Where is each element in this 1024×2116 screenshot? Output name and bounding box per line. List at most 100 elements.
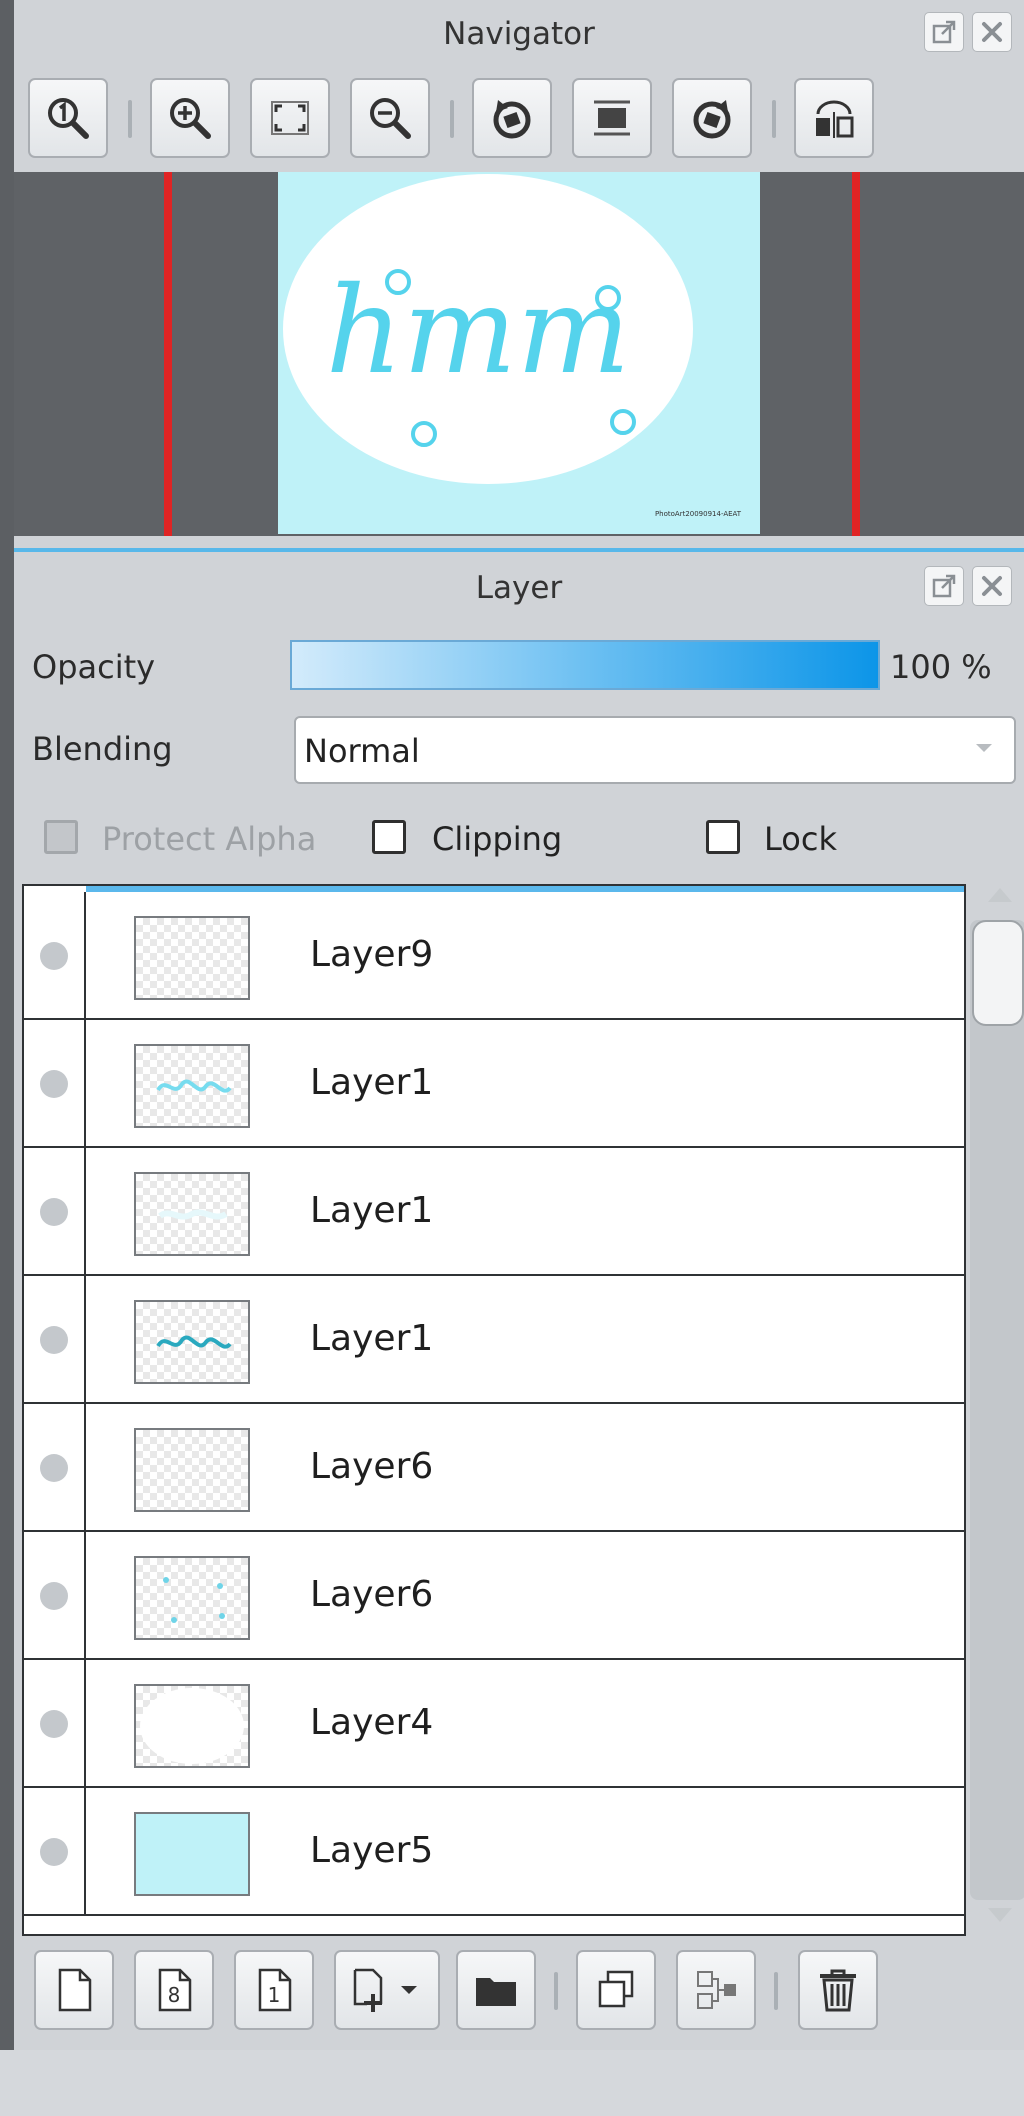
scrollbar-thumb[interactable] (972, 920, 1024, 1026)
scroll-up-arrow[interactable] (988, 888, 1012, 902)
rotate-left-icon (493, 100, 531, 139)
opacity-value: 100 % (890, 648, 992, 686)
visibility-toggle[interactable] (40, 1710, 68, 1738)
scroll-down-arrow[interactable] (988, 1908, 1012, 1922)
layer-row[interactable]: Layer1 (24, 1020, 964, 1148)
layer-name: Layer1 (310, 1062, 434, 1103)
layer-name: Layer5 (310, 1830, 434, 1871)
rotate-left-button[interactable] (472, 78, 552, 158)
toolbar-separator (450, 100, 454, 138)
zoom-actual-size-button[interactable] (28, 78, 108, 158)
navigator-title: Navigator (443, 16, 595, 52)
blending-label: Blending (32, 730, 173, 768)
layer-name: Layer1 (310, 1190, 434, 1231)
layer-row[interactable]: Layer4 (24, 1660, 964, 1788)
fit-to-window-button[interactable] (250, 78, 330, 158)
layer-thumbnail (134, 1172, 250, 1256)
layer-thumbnail (134, 1684, 250, 1768)
view-guide-right (852, 172, 860, 536)
reset-view-icon (594, 100, 630, 136)
layer-name: Layer1 (310, 1318, 434, 1359)
navigator-toolbar (14, 70, 1024, 170)
layer-title-bar: Layer (14, 556, 1024, 620)
scrollbar-track[interactable] (970, 920, 1024, 1900)
close-icon (982, 576, 1002, 596)
layer-thumbnail (134, 1044, 250, 1128)
layer-row[interactable]: Layer1 (24, 1276, 964, 1404)
toolbar-separator (128, 100, 132, 138)
duplicate-layer-button[interactable] (576, 1950, 656, 2030)
layer-close-button[interactable] (972, 566, 1012, 606)
fit-to-window-icon (271, 101, 309, 135)
layer-panel-title: Layer (475, 570, 563, 606)
app-panels: Navigator hmm PhotoArt20090914-AEAT Laye… (14, 0, 1024, 2050)
zoom-in-icon (170, 98, 211, 139)
add-layer-dropdown-button[interactable] (334, 1950, 440, 2030)
reset-view-button[interactable] (572, 78, 652, 158)
undock-icon (932, 20, 956, 44)
layer-thumbnail (134, 1428, 250, 1512)
new-folder-icon (476, 1978, 516, 2006)
visibility-toggle[interactable] (40, 1198, 68, 1226)
view-guide-left (164, 172, 172, 536)
artwork-text: hmm (326, 262, 631, 401)
new-folder-button[interactable] (456, 1950, 536, 2030)
rotate-right-button[interactable] (672, 78, 752, 158)
rotate-right-icon (693, 100, 731, 139)
clipping-checkbox[interactable] (372, 820, 406, 854)
blending-value: Normal (304, 732, 420, 770)
new-layer-icon (58, 1968, 92, 2012)
flip-horizontal-button[interactable] (794, 78, 874, 158)
toolbar-separator (774, 1972, 778, 2010)
visibility-toggle[interactable] (40, 1070, 68, 1098)
chevron-down-icon (976, 744, 992, 752)
layer-undock-button[interactable] (924, 566, 964, 606)
toolbar-separator (772, 100, 776, 138)
zoom-in-button[interactable] (150, 78, 230, 158)
new-1bit-layer-button[interactable]: 1 (234, 1950, 314, 2030)
panel-splitter[interactable] (14, 548, 1024, 552)
visibility-toggle[interactable] (40, 1582, 68, 1610)
close-icon (982, 22, 1002, 42)
layer-row[interactable]: Layer1 (24, 1148, 964, 1276)
delete-layer-button[interactable] (798, 1950, 878, 2030)
visibility-toggle[interactable] (40, 1326, 68, 1354)
left-edge-strip (0, 0, 14, 2050)
opacity-slider[interactable] (290, 640, 880, 690)
lock-checkbox[interactable] (706, 820, 740, 854)
layer-name: Layer9 (310, 934, 434, 975)
artwork-preview: hmm PhotoArt20090914-AEAT (283, 174, 742, 518)
undock-icon (932, 574, 956, 598)
canvas-thumbnail: hmm PhotoArt20090914-AEAT (278, 172, 760, 534)
visibility-toggle[interactable] (40, 942, 68, 970)
layer-list[interactable]: Layer9 Layer1 Layer1 Layer1 Layer6 Layer… (22, 884, 966, 1936)
navigator-close-button[interactable] (972, 12, 1012, 52)
layer-row[interactable]: Layer9 (24, 892, 964, 1020)
new-8bit-layer-icon: 8 (158, 1968, 192, 2012)
layer-thumbnail (134, 1812, 250, 1896)
duplicate-layer-icon (598, 1970, 634, 2008)
new-layer-button[interactable] (34, 1950, 114, 2030)
clipping-label: Clipping (432, 820, 563, 858)
navigator-preview[interactable]: hmm PhotoArt20090914-AEAT (14, 172, 1024, 536)
layer-name: Layer4 (310, 1702, 434, 1743)
zoom-out-icon (370, 98, 411, 139)
navigator-undock-button[interactable] (924, 12, 964, 52)
zoom-actual-size-icon (48, 98, 89, 139)
new-8bit-layer-button[interactable]: 8 (134, 1950, 214, 2030)
visibility-toggle[interactable] (40, 1454, 68, 1482)
zoom-out-button[interactable] (350, 78, 430, 158)
layer-row[interactable]: Layer6 (24, 1404, 964, 1532)
protect-alpha-label: Protect Alpha (102, 820, 317, 858)
navigator-title-bar: Navigator (14, 0, 1024, 70)
visibility-toggle[interactable] (40, 1838, 68, 1866)
protect-alpha-checkbox[interactable] (44, 820, 78, 854)
blending-select[interactable]: Normal (294, 716, 1016, 784)
layer-row[interactable]: Layer5 (24, 1788, 964, 1916)
new-1bit-layer-icon: 1 (258, 1968, 292, 2012)
svg-text:1: 1 (268, 1983, 281, 2007)
svg-text:8: 8 (168, 1983, 181, 2007)
layer-row[interactable]: Layer6 (24, 1532, 964, 1660)
merge-down-button[interactable] (676, 1950, 756, 2030)
layer-name: Layer6 (310, 1446, 434, 1487)
